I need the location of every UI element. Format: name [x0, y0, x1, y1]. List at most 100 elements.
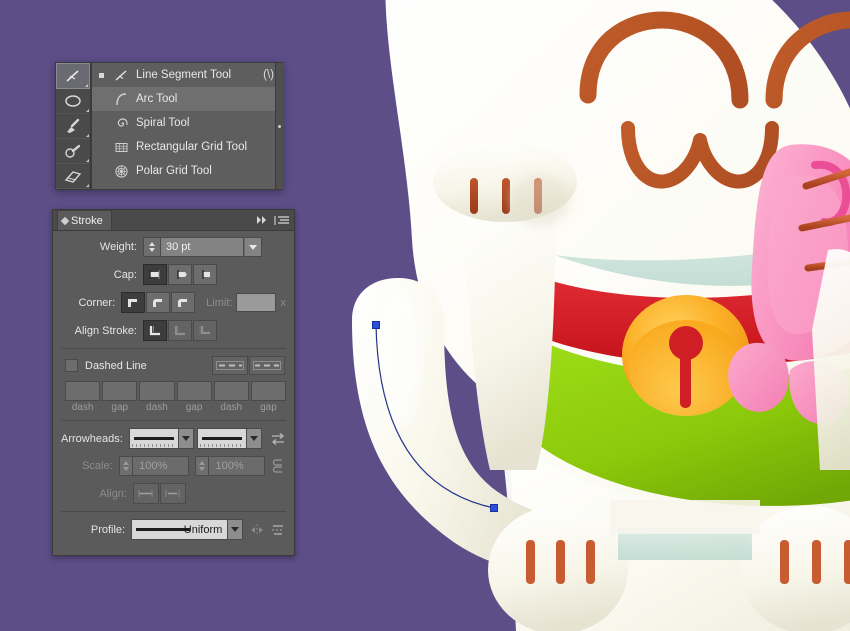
arrowhead-start-combo[interactable] — [128, 428, 194, 449]
projecting-cap-icon[interactable] — [193, 264, 217, 285]
round-join-icon[interactable] — [146, 292, 171, 313]
weight-stepper[interactable] — [143, 237, 161, 257]
profile-row: Profile: Uniform — [61, 519, 286, 548]
dash-field-1[interactable] — [65, 381, 101, 401]
gap-label-1: gap — [111, 402, 129, 413]
dash-field-2[interactable] — [139, 381, 175, 401]
miter-join-icon[interactable] — [121, 292, 146, 313]
align-center-icon[interactable] — [143, 320, 167, 341]
dash-field-labels: dash gap dash gap dash gap — [65, 402, 286, 413]
tool-line-segment[interactable] — [56, 63, 90, 89]
scale-end-input[interactable]: 100% — [209, 456, 265, 476]
eraser-icon — [64, 171, 82, 183]
stroke-panel-header[interactable]: Stroke — [53, 210, 294, 231]
flyout-item-label: Arc Tool — [136, 93, 178, 105]
collapse-double-chevron-icon[interactable] — [254, 212, 270, 228]
gap-field-1[interactable] — [102, 381, 138, 401]
flyout-item-label: Polar Grid Tool — [136, 165, 212, 177]
panel-menu-icon[interactable] — [274, 212, 290, 228]
gap-field-3[interactable] — [250, 381, 287, 401]
profile-value[interactable]: Uniform — [131, 519, 229, 540]
gap-label-3: gap — [260, 402, 277, 413]
dashed-line-row: Dashed Line — [61, 356, 286, 375]
profile-dropdown-arrow[interactable] — [228, 519, 243, 540]
arrowhead-end-combo[interactable] — [197, 428, 262, 449]
flyout-item-spiral-tool[interactable]: Spiral Tool — [92, 111, 282, 135]
scale-start-input[interactable]: 100% — [133, 456, 189, 476]
align-inside-icon[interactable] — [168, 320, 192, 341]
corner-row: Corner: Limit: x — [61, 292, 286, 313]
scale-end-stepper[interactable] — [194, 456, 210, 476]
butt-cap-icon[interactable] — [143, 264, 167, 285]
panel-title: Stroke — [71, 214, 103, 227]
align-stroke-button-group[interactable] — [143, 320, 218, 341]
tool-pencil[interactable] — [56, 139, 90, 164]
link-scale-icon[interactable] — [272, 456, 286, 476]
arrowhead-start-value[interactable] — [128, 428, 179, 449]
panel-collapse-diamond-icon[interactable] — [60, 216, 70, 225]
line-segment-tool-flyout[interactable]: Line Segment Tool (\) Arc Tool Spiral To… — [55, 62, 283, 190]
corner-button-group[interactable] — [121, 292, 196, 313]
weight-label: Weight: — [99, 241, 137, 253]
flyout-tearoff-handle[interactable] — [275, 63, 283, 189]
flyout-item-label: Line Segment Tool — [136, 69, 232, 81]
stroke-panel-body: Weight: 30 pt Cap: Corner: Limit: x Alig… — [53, 231, 294, 548]
cap-button-group[interactable] — [143, 264, 218, 285]
flip-along-icon[interactable] — [270, 521, 286, 539]
dash-preserve-icon[interactable] — [212, 356, 248, 375]
flyout-item-rectangular-grid-tool[interactable]: Rectangular Grid Tool — [92, 135, 282, 159]
spiral-icon — [112, 116, 130, 131]
anchor-point-end — [490, 504, 498, 512]
flyout-item-arc-tool[interactable]: Arc Tool — [92, 87, 282, 111]
dash-align-group[interactable] — [212, 356, 286, 375]
paintbrush-icon — [67, 118, 80, 133]
extend-to-ends-icon[interactable] — [133, 483, 159, 504]
arc-icon — [112, 92, 130, 107]
adjust-to-fit-icon[interactable] — [160, 483, 186, 504]
weight-dropdown-arrow[interactable] — [244, 237, 262, 257]
weight-input[interactable]: 30 pt — [161, 237, 244, 257]
bevel-join-icon[interactable] — [171, 292, 196, 313]
scale-row: Scale: 100% 100% — [61, 456, 286, 476]
tool-ellipse[interactable] — [56, 89, 90, 114]
scale-label: Scale: — [82, 460, 113, 472]
limit-label: Limit: — [206, 296, 233, 309]
polar-grid-icon — [112, 164, 130, 179]
scale-start-stepper[interactable] — [118, 456, 134, 476]
dash-label-1: dash — [71, 402, 94, 413]
swap-arrowheads-icon[interactable] — [270, 430, 286, 448]
ellipse-icon — [65, 95, 81, 107]
arrowhead-end-value[interactable] — [197, 428, 247, 449]
stroke-panel-tab[interactable]: Stroke — [57, 210, 112, 230]
dash-field-3[interactable] — [213, 381, 249, 401]
limit-input[interactable] — [236, 293, 276, 312]
align-button-group[interactable] — [133, 483, 187, 504]
dashed-line-checkbox[interactable] — [65, 359, 78, 372]
line-segment-icon — [66, 70, 79, 82]
divider-1 — [61, 348, 286, 349]
flyout-list[interactable]: Line Segment Tool (\) Arc Tool Spiral To… — [91, 62, 283, 190]
pencil-icon — [65, 144, 81, 158]
flyout-item-polar-grid-tool[interactable]: Polar Grid Tool — [92, 159, 282, 183]
anchor-point-start — [372, 321, 380, 329]
arrowhead-start-dropdown-arrow[interactable] — [178, 428, 194, 449]
flyout-item-line-segment-tool[interactable]: Line Segment Tool (\) — [92, 63, 282, 87]
tool-paintbrush[interactable] — [56, 114, 90, 139]
tool-more-triangle — [86, 109, 89, 112]
tool-more-triangle — [86, 134, 89, 137]
align-stroke-row: Align Stroke: — [61, 320, 286, 341]
dash-adjust-icon[interactable] — [249, 356, 285, 375]
arrowhead-end-dropdown-arrow[interactable] — [247, 428, 262, 449]
gap-label-2: gap — [185, 402, 203, 413]
align-outside-icon[interactable] — [193, 320, 217, 341]
tools-column[interactable] — [55, 62, 91, 190]
dash-label-3: dash — [220, 402, 243, 413]
cap-label: Cap: — [113, 268, 137, 281]
flyout-item-label: Rectangular Grid Tool — [136, 141, 248, 153]
stroke-panel[interactable]: Stroke Weight: 30 pt Cap: Corner: Limit:… — [52, 209, 295, 556]
dash-label-2: dash — [146, 402, 168, 413]
gap-field-2[interactable] — [176, 381, 212, 401]
tool-eraser[interactable] — [56, 164, 90, 189]
round-cap-icon[interactable] — [168, 264, 192, 285]
flip-across-icon[interactable] — [249, 521, 265, 539]
